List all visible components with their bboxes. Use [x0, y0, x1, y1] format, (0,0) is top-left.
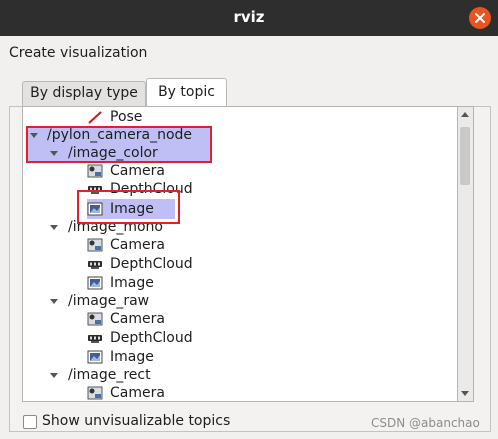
tree-item-label: /image_rect [68, 367, 151, 383]
camera-icon [87, 386, 103, 400]
tree-item-label: Camera [110, 163, 165, 179]
tree-item-label: Image [110, 275, 154, 291]
depthcloud-icon [87, 258, 103, 272]
tree-item-label: Pose [110, 109, 143, 125]
camera-icon [87, 312, 103, 326]
annotation-box [77, 190, 180, 224]
tab-label: By display type [30, 85, 138, 101]
annotation-box [26, 126, 212, 163]
pose-arrow-icon [87, 110, 103, 124]
tree-item-label: Camera [110, 311, 165, 327]
camera-icon [87, 238, 103, 252]
window-titlebar: rviz [0, 0, 498, 36]
tab-by-display-type[interactable]: By display type [22, 81, 146, 106]
depthcloud-icon [87, 332, 103, 346]
topic-tree[interactable]: Pose /pylon_camera_node /image_color Cam… [22, 106, 458, 402]
expand-arrow-icon[interactable] [50, 225, 58, 230]
tree-item-depthcloud[interactable]: DepthCloud [23, 255, 453, 273]
expand-arrow-icon[interactable] [50, 373, 58, 378]
scroll-thumb[interactable] [460, 127, 470, 185]
section-title: Create visualization [9, 45, 148, 61]
show-unvisualizable-checkbox[interactable] [23, 415, 37, 429]
tree-item-camera[interactable]: Camera [23, 384, 453, 401]
image-icon [87, 350, 103, 364]
tree-item-pose[interactable]: Pose [23, 108, 453, 126]
tab-label: By topic [158, 84, 215, 100]
tree-item-image[interactable]: Image [23, 348, 453, 366]
tree-item-image-rect[interactable]: /image_rect [23, 366, 453, 384]
tree-item-label: Image [110, 349, 154, 365]
watermark: CSDN @abanchao [371, 416, 480, 430]
scroll-up-icon[interactable] [461, 112, 469, 117]
tree-scrollbar[interactable] [458, 106, 474, 402]
tree-item-depthcloud[interactable]: DepthCloud [23, 329, 453, 347]
tree-item-label: DepthCloud [110, 330, 193, 346]
tree-item-image[interactable]: Image [23, 274, 453, 292]
scroll-down-icon[interactable] [461, 391, 469, 396]
tree-item-label: /image_raw [68, 293, 150, 309]
tree-item-camera[interactable]: Camera [23, 310, 453, 328]
show-unvisualizable-label[interactable]: Show unvisualizable topics [42, 413, 230, 429]
tab-by-topic[interactable]: By topic [146, 78, 227, 107]
tree-item-camera[interactable]: Camera [23, 236, 453, 254]
image-icon [87, 276, 103, 290]
tree-item-camera[interactable]: Camera [23, 162, 453, 180]
expand-arrow-icon[interactable] [50, 299, 58, 304]
tree-item-image-raw[interactable]: /image_raw [23, 292, 453, 310]
close-icon[interactable] [469, 7, 491, 29]
tree-item-label: Camera [110, 385, 165, 401]
tree-item-label: Camera [110, 237, 165, 253]
camera-icon [87, 164, 103, 178]
window-title: rviz [233, 8, 265, 26]
tree-item-label: DepthCloud [110, 256, 193, 272]
